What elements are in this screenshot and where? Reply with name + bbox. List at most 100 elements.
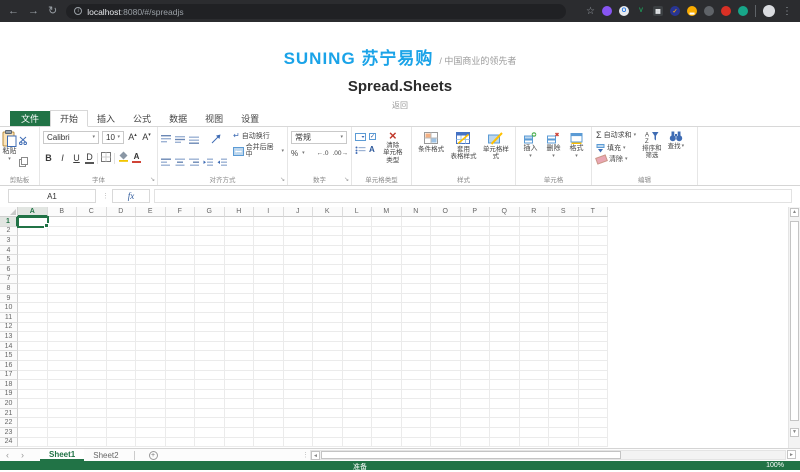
cell-H2[interactable] [225,227,255,237]
cell-K17[interactable] [313,371,343,381]
cell-P6[interactable] [461,265,491,275]
cell-D10[interactable] [107,303,137,313]
scroll-left-button[interactable]: ◄ [311,451,320,460]
cell-F8[interactable] [166,284,196,294]
clear-celltype-button[interactable]: × 清除 单元格 类型 [383,131,403,164]
cell-C14[interactable] [77,342,107,352]
cell-A17[interactable] [18,371,48,381]
cell-Q23[interactable] [490,428,520,438]
cell-T13[interactable] [579,332,609,342]
decrease-decimal-button[interactable]: .00→ [332,150,348,157]
row-header-20[interactable]: 20 [0,399,18,409]
cell-F6[interactable] [166,265,196,275]
cell-S11[interactable] [549,313,579,323]
double-underline-button[interactable]: D [85,153,94,164]
cell-O21[interactable] [431,409,461,419]
cell-Q10[interactable] [490,303,520,313]
cell-K14[interactable] [313,342,343,352]
cell-C10[interactable] [77,303,107,313]
cell-L15[interactable] [343,351,373,361]
cell-H16[interactable] [225,361,255,371]
cell-R22[interactable] [520,418,550,428]
cell-D18[interactable] [107,380,137,390]
cell-F19[interactable] [166,390,196,400]
cell-H24[interactable] [225,438,255,448]
cell-B23[interactable] [48,428,78,438]
cell-C13[interactable] [77,332,107,342]
copy-button[interactable] [19,154,28,172]
cell-Q16[interactable] [490,361,520,371]
cell-N20[interactable] [402,399,432,409]
cell-J13[interactable] [284,332,314,342]
cell-T16[interactable] [579,361,609,371]
column-header-T[interactable]: T [579,207,609,217]
cell-S19[interactable] [549,390,579,400]
cell-D4[interactable] [107,246,137,256]
cell-N8[interactable] [402,284,432,294]
cell-S5[interactable] [549,255,579,265]
cell-H7[interactable] [225,275,255,285]
cell-D2[interactable] [107,227,137,237]
autosum-button[interactable]: Σ自动求和▾ [596,131,636,140]
number-format-select[interactable]: 常规▾ [291,131,347,144]
cell-B10[interactable] [48,303,78,313]
cell-T12[interactable] [579,323,609,333]
cell-E10[interactable] [136,303,166,313]
cell-F13[interactable] [166,332,196,342]
cell-D9[interactable] [107,294,137,304]
cell-C4[interactable] [77,246,107,256]
cell-P11[interactable] [461,313,491,323]
cell-A4[interactable] [18,246,48,256]
cell-P15[interactable] [461,351,491,361]
cell-O11[interactable] [431,313,461,323]
extension-blue-ring[interactable]: O [619,6,629,16]
cell-N15[interactable] [402,351,432,361]
cell-R4[interactable] [520,246,550,256]
cell-T9[interactable] [579,294,609,304]
cell-D20[interactable] [107,399,137,409]
cell-F14[interactable] [166,342,196,352]
cell-E18[interactable] [136,380,166,390]
cell-M3[interactable] [372,236,402,246]
cell-J10[interactable] [284,303,314,313]
cell-S23[interactable] [549,428,579,438]
cell-H15[interactable] [225,351,255,361]
cell-L2[interactable] [343,227,373,237]
cell-I11[interactable] [254,313,284,323]
font-family-select[interactable]: Calibri▾ [43,131,99,144]
cell-D16[interactable] [107,361,137,371]
cell-C6[interactable] [77,265,107,275]
cell-E20[interactable] [136,399,166,409]
cell-C2[interactable] [77,227,107,237]
cell-E8[interactable] [136,284,166,294]
cell-J2[interactable] [284,227,314,237]
cell-Q1[interactable] [490,217,520,227]
cell-I21[interactable] [254,409,284,419]
row-header-18[interactable]: 18 [0,380,18,390]
cell-H5[interactable] [225,255,255,265]
cell-T8[interactable] [579,284,609,294]
cell-N1[interactable] [402,217,432,227]
cell-N11[interactable] [402,313,432,323]
cell-N22[interactable] [402,418,432,428]
cell-G10[interactable] [195,303,225,313]
cell-A7[interactable] [18,275,48,285]
cell-A24[interactable] [18,438,48,448]
cell-M7[interactable] [372,275,402,285]
cell-K24[interactable] [313,438,343,448]
cell-L21[interactable] [343,409,373,419]
cell-R10[interactable] [520,303,550,313]
cell-A20[interactable] [18,399,48,409]
row-header-21[interactable]: 21 [0,409,18,419]
cell-P5[interactable] [461,255,491,265]
cell-R8[interactable] [520,284,550,294]
cell-H20[interactable] [225,399,255,409]
cell-R5[interactable] [520,255,550,265]
cell-G20[interactable] [195,399,225,409]
align-middle-button[interactable] [175,131,186,149]
cell-H19[interactable] [225,390,255,400]
cell-L17[interactable] [343,371,373,381]
cell-I2[interactable] [254,227,284,237]
cell-N10[interactable] [402,303,432,313]
cell-P1[interactable] [461,217,491,227]
